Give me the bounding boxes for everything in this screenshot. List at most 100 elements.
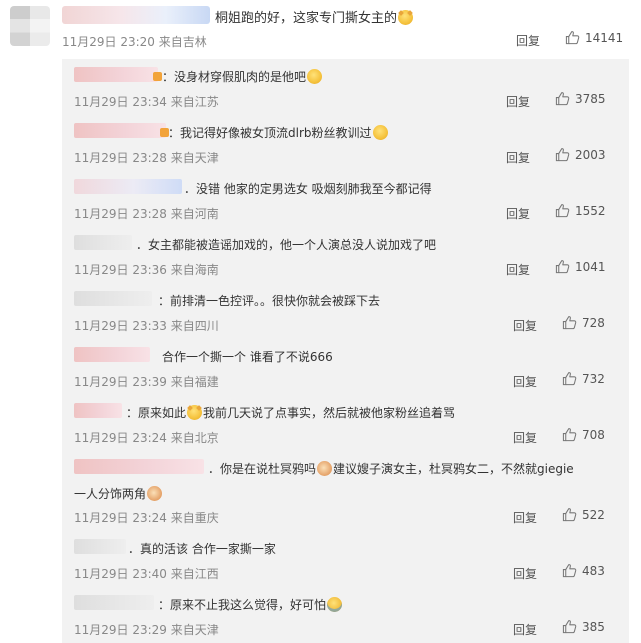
reply-time: 11月29日 23:39: [74, 375, 167, 389]
reply-location: 来自天津: [170, 151, 219, 165]
reply-item: ．女主都能被造谣加戏的，他一个人演总没人说加戏了吧 11月29日 23:36 来…: [62, 231, 629, 285]
reply-meta: 11月29日 23:39 来自福建: [74, 373, 219, 390]
reply-time: 11月29日 23:34: [74, 95, 167, 109]
like-button[interactable]: 1041: [555, 259, 606, 274]
reply-button[interactable]: 回复: [513, 429, 537, 446]
reply-text: ．真的活该 合作一家撕一家: [128, 542, 276, 556]
username-blurred[interactable]: [74, 179, 182, 194]
reply-button[interactable]: 回复: [513, 565, 537, 582]
thumbs-up-icon: [555, 147, 570, 162]
reply-location: 来自河南: [170, 207, 219, 221]
avatar[interactable]: [10, 6, 50, 46]
like-button[interactable]: 732: [562, 371, 605, 386]
crying-emoji-icon: [327, 597, 343, 612]
like-button[interactable]: 1552: [555, 203, 606, 218]
thumbs-up-icon: [565, 30, 580, 45]
reply-text: ：原来如此 我前几天说了点事实，然后就被他家粉丝追着骂: [126, 404, 455, 421]
cat-emoji-icon: [317, 461, 333, 476]
username-blurred[interactable]: [62, 6, 210, 24]
reply-time: 11月29日 23:29: [74, 623, 167, 637]
reply-time: 11月29日 23:33: [74, 319, 167, 333]
laugh-emoji-icon: [307, 69, 323, 84]
reply-text: ：前排清一色控评。。很快你就会被踩下去: [158, 294, 381, 308]
reply-location: 来自江西: [170, 567, 219, 581]
reply-text-content: 建议嫂子演女主，杜冥鸦女二，不然就giegie: [333, 462, 574, 476]
reply-item: ：原来不止我这么觉得，好可怕 11月29日 23:29 来自天津 回复 385: [62, 591, 629, 643]
thumbs-up-icon: [555, 259, 570, 274]
reply-meta: 11月29日 23:24 来自重庆: [74, 509, 219, 526]
reply-text-content: 我前几天说了点事实，然后就被他家粉丝追着骂: [203, 406, 456, 420]
thumbs-up-icon: [562, 507, 577, 522]
reply-text: ．女主都能被造谣加戏的，他一个人演总没人说加戏了吧: [136, 238, 437, 252]
reply-time: 11月29日 23:24: [74, 511, 167, 525]
reply-text: ：我记得好像被女顶流dlrb粉丝教训过: [168, 124, 389, 141]
reply-text: ．你是在说杜冥鸦吗 建议嫂子演女主，杜冥鸦女二，不然就giegie: [208, 460, 574, 477]
like-button[interactable]: 2003: [555, 147, 606, 162]
reply-text: ．没错 他家的定男选女 吸烟刻肺我至今都记得: [184, 182, 432, 196]
username-blurred[interactable]: [74, 595, 154, 610]
like-button[interactable]: 14141: [565, 30, 623, 45]
thumbs-up-icon: [555, 91, 570, 106]
username-blurred[interactable]: [74, 67, 158, 82]
reply-button[interactable]: 回复: [506, 149, 530, 166]
reply-text: ：没身材穿假肌肉的是他吧: [162, 68, 323, 85]
thumbs-up-icon: [562, 427, 577, 442]
reply-button[interactable]: 回复: [513, 509, 537, 526]
comment-meta: 11月29日 23:20 来自吉林: [62, 33, 207, 50]
reply-item: ：没身材穿假肌肉的是他吧 11月29日 23:34 来自江苏 回复 3785: [62, 63, 629, 117]
like-count: 483: [582, 563, 605, 578]
reply-button[interactable]: 回复: [516, 32, 540, 49]
reply-meta: 11月29日 23:33 来自四川: [74, 317, 219, 334]
username-blurred[interactable]: [74, 235, 132, 250]
reply-text-content: ．你是在说杜冥鸦吗: [208, 462, 317, 476]
username-blurred[interactable]: [74, 123, 166, 138]
reply-button[interactable]: 回复: [506, 93, 530, 110]
like-button[interactable]: 3785: [555, 91, 606, 106]
username-blurred[interactable]: [74, 347, 150, 362]
like-button[interactable]: 385: [562, 619, 605, 634]
like-count: 3785: [575, 91, 606, 106]
reply-item: ：我记得好像被女顶流dlrb粉丝教训过 11月29日 23:28 来自天津 回复…: [62, 119, 629, 173]
reply-text-content: ：没身材穿假肌肉的是他吧: [162, 70, 307, 84]
reply-location: 来自天津: [170, 623, 219, 637]
reply-button[interactable]: 回复: [513, 621, 537, 638]
reply-meta: 11月29日 23:29 来自天津: [74, 621, 219, 638]
reply-meta: 11月29日 23:28 来自天津: [74, 149, 219, 166]
reply-time: 11月29日 23:28: [74, 151, 167, 165]
doge-emoji-icon: [187, 405, 203, 420]
reply-item: ．你是在说杜冥鸦吗 建议嫂子演女主，杜冥鸦女二，不然就giegie 一人分饰两角 …: [62, 455, 629, 533]
reply-text-content: ：原来如此: [126, 406, 187, 420]
like-count: 14141: [585, 30, 624, 45]
username-blurred[interactable]: [74, 459, 204, 474]
like-count: 708: [582, 427, 605, 442]
like-button[interactable]: 522: [562, 507, 605, 522]
username-blurred[interactable]: [74, 539, 126, 554]
like-button[interactable]: 708: [562, 427, 605, 442]
reply-item: 合作一个撕一个 谁看了不说666 11月29日 23:39 来自福建 回复 73…: [62, 343, 629, 397]
like-count: 2003: [575, 147, 606, 162]
reply-meta: 11月29日 23:34 来自江苏: [74, 93, 219, 110]
reply-location: 来自福建: [170, 375, 219, 389]
reply-time: 11月29日 23:36: [74, 263, 167, 277]
reply-button[interactable]: 回复: [513, 317, 537, 334]
like-count: 728: [582, 315, 605, 330]
like-count: 1041: [575, 259, 606, 274]
reply-location: 来自海南: [170, 263, 219, 277]
reply-item: ．真的活该 合作一家撕一家 11月29日 23:40 来自江西 回复 483: [62, 535, 629, 589]
username-blurred[interactable]: [74, 291, 152, 306]
like-button[interactable]: 483: [562, 563, 605, 578]
reply-location: 来自四川: [170, 319, 219, 333]
reply-text-content: ：我记得好像被女顶流dlrb粉丝教训过: [168, 126, 372, 140]
reply-meta: 11月29日 23:40 来自江西: [74, 565, 219, 582]
comment-time: 11月29日 23:20: [62, 35, 155, 49]
like-count: 732: [582, 371, 605, 386]
like-button[interactable]: 728: [562, 315, 605, 330]
reply-button[interactable]: 回复: [506, 205, 530, 222]
username-blurred[interactable]: [74, 403, 122, 418]
comment-location: 来自吉林: [158, 35, 207, 49]
reply-button[interactable]: 回复: [506, 261, 530, 278]
reply-text-content: 一人分饰两角: [74, 487, 147, 501]
reply-text: 合作一个撕一个 谁看了不说666: [162, 350, 333, 364]
reply-button[interactable]: 回复: [513, 373, 537, 390]
reply-text-content: ：原来不止我这么觉得，好可怕: [158, 598, 327, 612]
